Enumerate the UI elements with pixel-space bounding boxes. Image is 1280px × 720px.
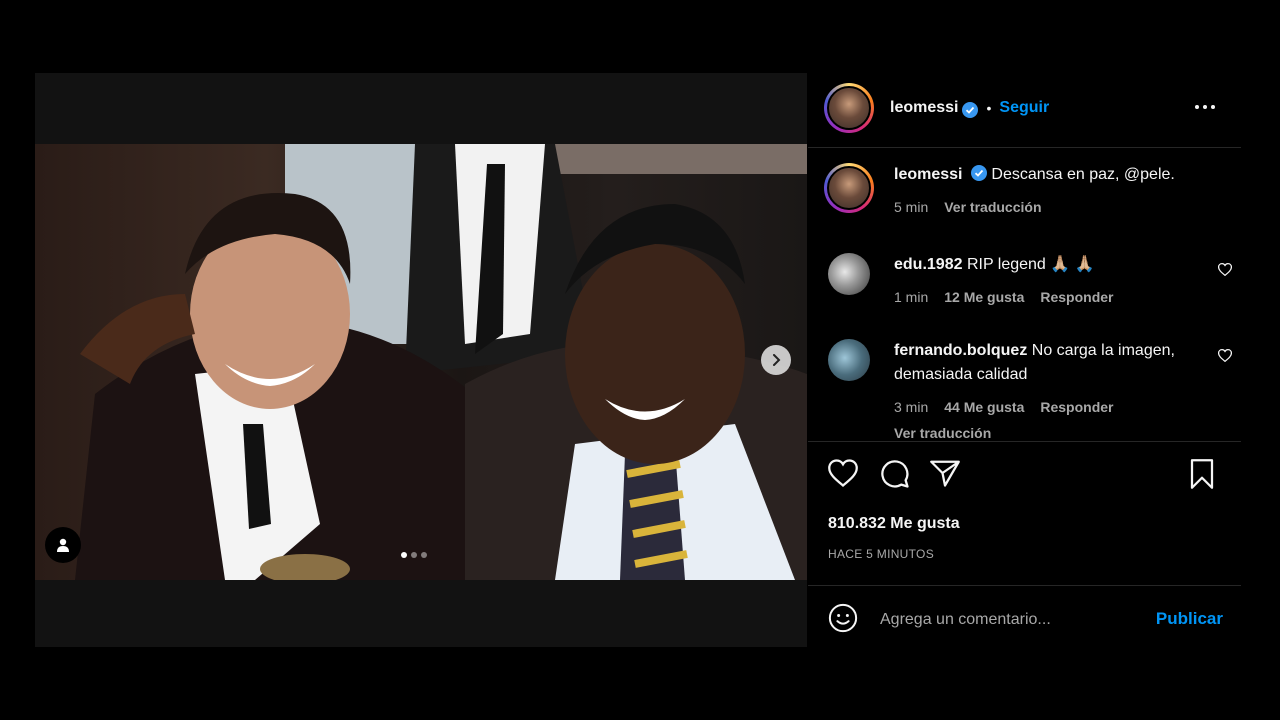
media-pane (35, 73, 807, 647)
comment-composer: Publicar (808, 585, 1243, 647)
caption-text: Descansa en paz, @pele. (991, 166, 1175, 183)
more-options-icon[interactable] (1194, 97, 1216, 115)
emoji-icon[interactable] (828, 603, 858, 638)
verified-badge-icon (962, 102, 979, 118)
post-timestamp[interactable]: HACE 5 MINUTOS (828, 547, 934, 561)
like-heart-icon[interactable] (828, 459, 858, 492)
follow-button[interactable]: Seguir (999, 99, 1049, 117)
caption-username[interactable]: leomessi (894, 166, 962, 183)
header-separator: • (986, 100, 992, 116)
carousel-next-button[interactable] (761, 345, 791, 375)
post-header: leomessi • Seguir (824, 83, 1234, 133)
post-side-panel: leomessi • Seguir leomessi Descansa en p… (808, 73, 1243, 647)
post-actions (824, 459, 1224, 491)
comment-likes[interactable]: 12 Me gusta (944, 285, 1024, 309)
save-bookmark-icon[interactable] (1189, 459, 1215, 494)
carousel-dot (401, 552, 407, 558)
publish-button[interactable]: Publicar (1156, 609, 1223, 629)
reply-button[interactable]: Responder (1040, 395, 1113, 419)
comment-like-heart-icon[interactable] (1217, 263, 1233, 281)
translate-link[interactable]: Ver traducción (944, 195, 1041, 219)
tagged-users-button[interactable] (45, 527, 81, 563)
comment-username[interactable]: edu.1982 (894, 256, 962, 273)
comment-likes[interactable]: 44 Me gusta (944, 395, 1024, 419)
author-username[interactable]: leomessi (890, 99, 958, 117)
comment-time[interactable]: 1 min (894, 285, 928, 309)
post-photo[interactable] (35, 144, 807, 580)
comments-list: leomessi Descansa en paz, @pele. 5 min V… (808, 145, 1243, 441)
comment-bubble-icon[interactable] (880, 459, 910, 494)
comment-like-heart-icon[interactable] (1217, 349, 1233, 367)
carousel-dot (411, 552, 417, 558)
divider (808, 441, 1241, 442)
reply-button[interactable]: Responder (1040, 285, 1113, 309)
user-icon (57, 538, 69, 552)
comment-input[interactable] (880, 607, 1140, 633)
likes-count[interactable]: 810.832 Me gusta (828, 515, 960, 533)
comment-time[interactable]: 3 min (894, 395, 928, 419)
caption-time[interactable]: 5 min (894, 195, 928, 219)
chevron-right-icon (773, 354, 781, 366)
commenter-avatar[interactable] (828, 339, 870, 381)
comment-text: RIP legend 🙏🏼 🙏🏼 (966, 256, 1095, 273)
post-modal: leomessi • Seguir leomessi Descansa en p… (35, 73, 1243, 647)
author-avatar[interactable] (824, 163, 874, 213)
share-send-icon[interactable] (930, 459, 960, 492)
comment-username[interactable]: fernando.bolquez (894, 342, 1027, 359)
translate-link[interactable]: Ver traducción (894, 421, 1194, 441)
carousel-dot (421, 552, 427, 558)
author-avatar[interactable] (824, 83, 874, 133)
verified-badge-icon (970, 165, 987, 181)
commenter-avatar[interactable] (828, 253, 870, 295)
carousel-indicator (401, 552, 427, 558)
